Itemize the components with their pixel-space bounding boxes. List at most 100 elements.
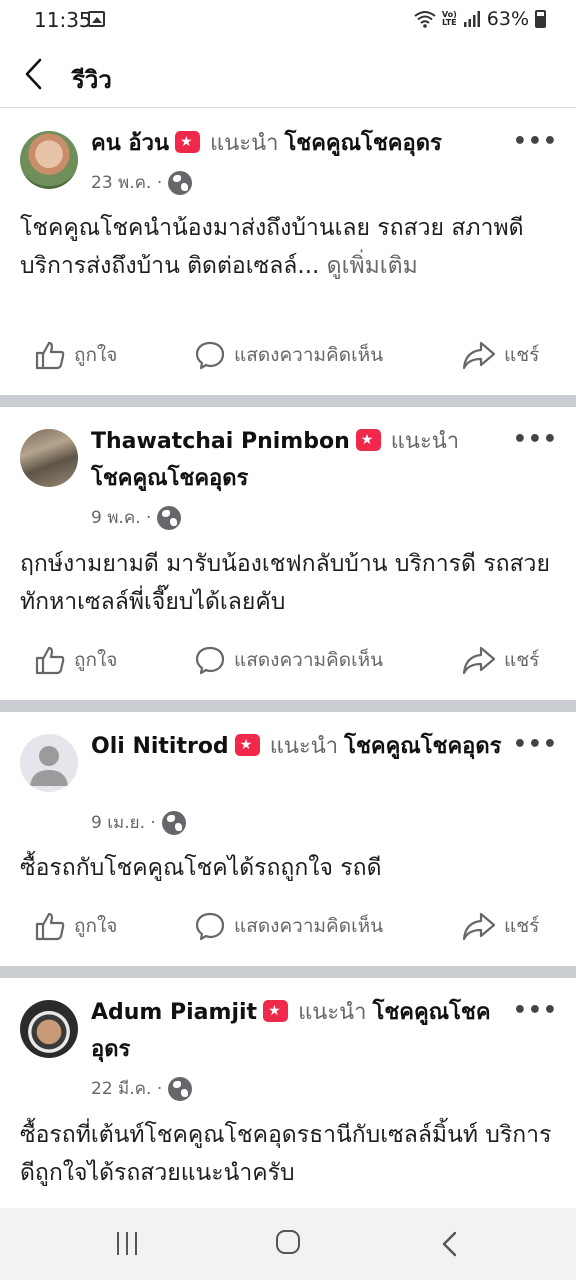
review-card: Oli Nititrod แนะนำโชคคูณโชคอุดร 9 เม.ย. ·…: [0, 712, 576, 966]
share-icon: [462, 646, 496, 675]
review-header: Oli Nititrod แนะนำโชคคูณโชคอุดร: [91, 728, 521, 765]
home-icon[interactable]: [276, 1230, 300, 1254]
page-name[interactable]: โชคคูณโชคอุดร: [284, 131, 441, 156]
author-name[interactable]: Adum Piamjit: [91, 1000, 257, 1025]
review-text: ซื้อรถกับโชคคูณโชคได้รถถูกใจ รถดี: [20, 849, 560, 887]
recommend-label: แนะนำ: [210, 131, 279, 156]
header: รีวิว: [0, 42, 576, 108]
recommend-icon: [355, 429, 381, 451]
like-button[interactable]: ถูกใจ: [34, 910, 117, 942]
review-meta: 9 เม.ย. ·: [91, 809, 186, 836]
thumbs-up-icon: [35, 646, 65, 675]
comment-button[interactable]: แสดงความคิดเห็น: [194, 644, 383, 676]
recents-icon[interactable]: [116, 1232, 140, 1256]
avatar[interactable]: [20, 131, 78, 189]
share-label: แชร์: [504, 915, 540, 937]
more-options-icon[interactable]: •••: [513, 998, 558, 1023]
like-label: ถูกใจ: [74, 344, 118, 366]
review-card: คน อ้วนแนะนำโชคคูณโชคอุดร 23 พ.ค. · ••• …: [0, 109, 576, 395]
back-arrow-icon[interactable]: [20, 56, 50, 92]
review-header: Adum Piamjitแนะนำโชคคูณโชคอุดร: [91, 994, 521, 1068]
comment-label: แสดงความคิดเห็น: [234, 915, 384, 937]
system-nav-bar: [0, 1208, 576, 1280]
review-meta: 23 พ.ค. ·: [91, 169, 193, 196]
share-label: แชร์: [504, 649, 540, 671]
share-button[interactable]: แชร์: [462, 910, 539, 942]
review-date[interactable]: 9 เม.ย. ·: [91, 809, 156, 836]
globe-icon: [168, 1076, 193, 1101]
globe-icon: [168, 170, 193, 195]
page-name[interactable]: โชคคูณโชคอุดร: [344, 734, 501, 759]
see-more-link[interactable]: ดูเพิ่มเติม: [327, 253, 418, 279]
more-options-icon[interactable]: •••: [513, 427, 558, 452]
like-button[interactable]: ถูกใจ: [34, 339, 117, 371]
battery-percent: 63%: [486, 8, 529, 30]
like-label: ถูกใจ: [74, 915, 118, 937]
review-date[interactable]: 22 มี.ค. ·: [91, 1075, 162, 1102]
battery-icon: [535, 10, 546, 28]
card-divider: [0, 966, 576, 978]
gallery-icon: [88, 11, 105, 27]
comment-button[interactable]: แสดงความคิดเห็น: [194, 339, 383, 371]
comment-button[interactable]: แสดงความคิดเห็น: [194, 910, 383, 942]
status-indicators: Vo) LTE 63%: [414, 8, 546, 30]
review-body: ซื้อรถที่เต้นท์โชคคูณโชคอุดรธานีกับเซลล์…: [20, 1122, 552, 1186]
share-label: แชร์: [504, 344, 540, 366]
thumbs-up-icon: [35, 912, 65, 941]
review-body: ฤกษ์งามยามดี มารับน้องเชฟกลับบ้าน บริการ…: [20, 551, 550, 615]
author-name[interactable]: คน อ้วน: [91, 131, 169, 156]
avatar[interactable]: [20, 429, 78, 487]
recommend-icon: [175, 131, 201, 153]
comment-icon: [195, 646, 225, 675]
avatar[interactable]: [20, 1000, 78, 1058]
review-text: ซื้อรถที่เต้นท์โชคคูณโชคอุดรธานีกับเซลล์…: [20, 1116, 560, 1192]
like-button[interactable]: ถูกใจ: [34, 644, 117, 676]
review-header: คน อ้วน แนะนำโชคคูณโชคอุดร: [91, 125, 521, 162]
thumbs-up-icon: [35, 341, 65, 370]
share-icon: [462, 341, 496, 370]
card-divider: [0, 395, 576, 407]
comment-icon: [195, 341, 225, 370]
system-back-icon[interactable]: [440, 1230, 460, 1258]
review-date[interactable]: 23 พ.ค. ·: [91, 169, 162, 196]
default-avatar-icon: [30, 746, 68, 786]
review-actions: ถูกใจ แสดงความคิดเห็น แชร์: [0, 910, 576, 954]
review-text: โชคคูณโชคนำน้องมาส่งถึงบ้านเลย รถสวย สภา…: [20, 209, 560, 285]
card-divider: [0, 700, 576, 712]
review-body: โชคคูณโชคนำน้องมาส่งถึงบ้านเลย รถสวย สภา…: [20, 215, 524, 279]
review-text: ฤกษ์งามยามดี มารับน้องเชฟกลับบ้าน บริการ…: [20, 545, 560, 621]
review-header: Thawatchai Pnimbon แนะนำโชคคูณโชคอุดร: [91, 423, 521, 497]
review-date[interactable]: 9 พ.ค. ·: [91, 504, 151, 531]
signal-icon: [463, 11, 480, 27]
review-actions: ถูกใจ แสดงความคิดเห็น แชร์: [0, 644, 576, 688]
review-meta: 9 พ.ค. ·: [91, 504, 182, 531]
page-name[interactable]: โชคคูณโชคอุดร: [91, 466, 248, 491]
recommend-label: แนะนำ: [298, 1000, 367, 1025]
author-name[interactable]: Thawatchai Pnimbon: [91, 429, 350, 454]
review-meta: 22 มี.ค. ·: [91, 1075, 193, 1102]
review-actions: ถูกใจ แสดงความคิดเห็น แชร์: [0, 339, 576, 383]
like-label: ถูกใจ: [74, 649, 118, 671]
page-title: รีวิว: [72, 66, 112, 94]
comment-label: แสดงความคิดเห็น: [234, 344, 384, 366]
status-bar: 11:35 Vo) LTE 63%: [0, 0, 576, 42]
globe-icon: [161, 810, 186, 835]
recommend-label: แนะนำ: [390, 429, 460, 454]
more-options-icon[interactable]: •••: [513, 732, 558, 757]
review-card: Adum Piamjitแนะนำโชคคูณโชคอุดร 22 มี.ค. …: [0, 978, 576, 1208]
author-name[interactable]: Oli Nititrod: [91, 734, 229, 759]
share-icon: [462, 912, 496, 941]
recommend-icon: [263, 1000, 289, 1022]
wifi-icon: [414, 11, 436, 28]
globe-icon: [157, 505, 182, 530]
share-button[interactable]: แชร์: [462, 339, 539, 371]
review-card: Thawatchai Pnimbon แนะนำโชคคูณโชคอุดร 9 พ…: [0, 407, 576, 700]
recommend-icon: [234, 734, 260, 756]
review-body: ซื้อรถกับโชคคูณโชคได้รถถูกใจ รถดี: [20, 855, 382, 881]
recommend-label: แนะนำ: [269, 734, 339, 759]
avatar[interactable]: [20, 734, 78, 792]
comment-label: แสดงความคิดเห็น: [234, 649, 384, 671]
more-options-icon[interactable]: •••: [513, 129, 558, 154]
comment-icon: [195, 912, 225, 941]
share-button[interactable]: แชร์: [462, 644, 539, 676]
